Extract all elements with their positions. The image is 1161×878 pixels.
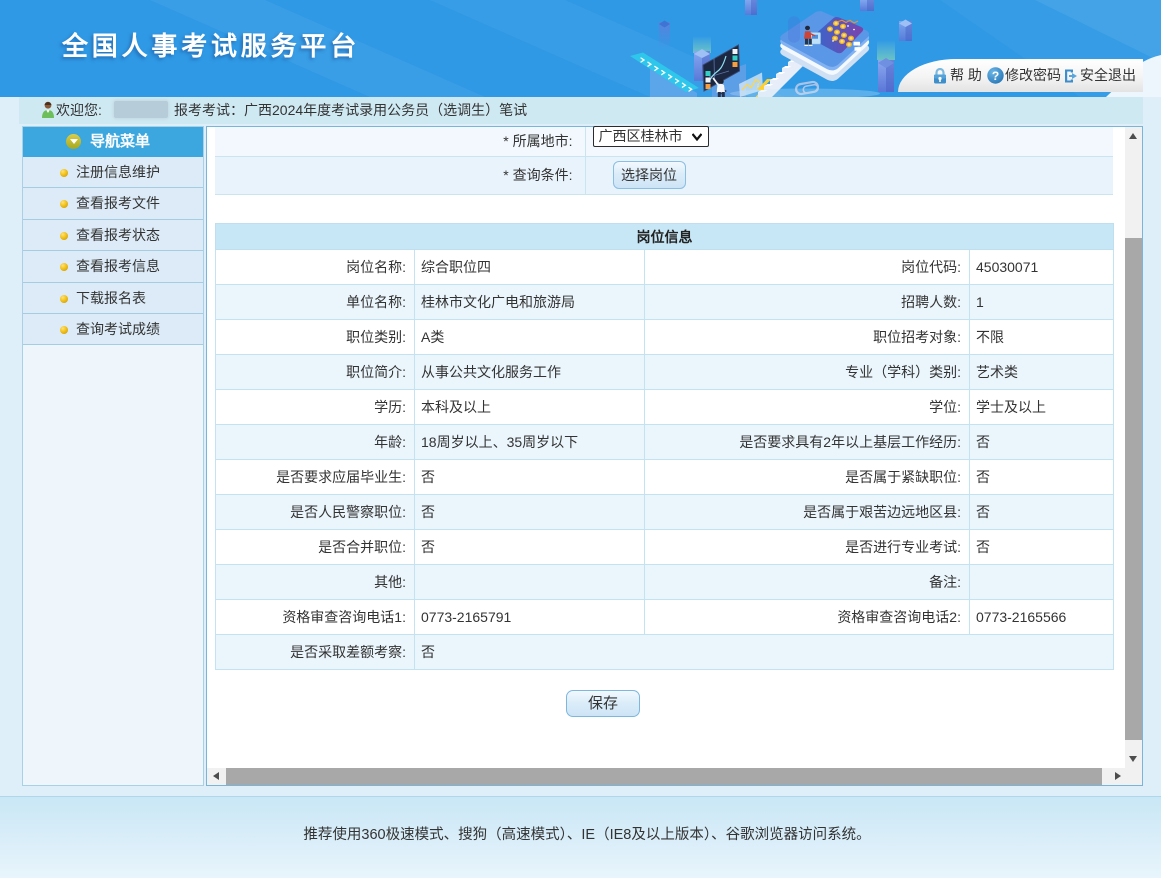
- svg-text:?: ?: [992, 69, 999, 83]
